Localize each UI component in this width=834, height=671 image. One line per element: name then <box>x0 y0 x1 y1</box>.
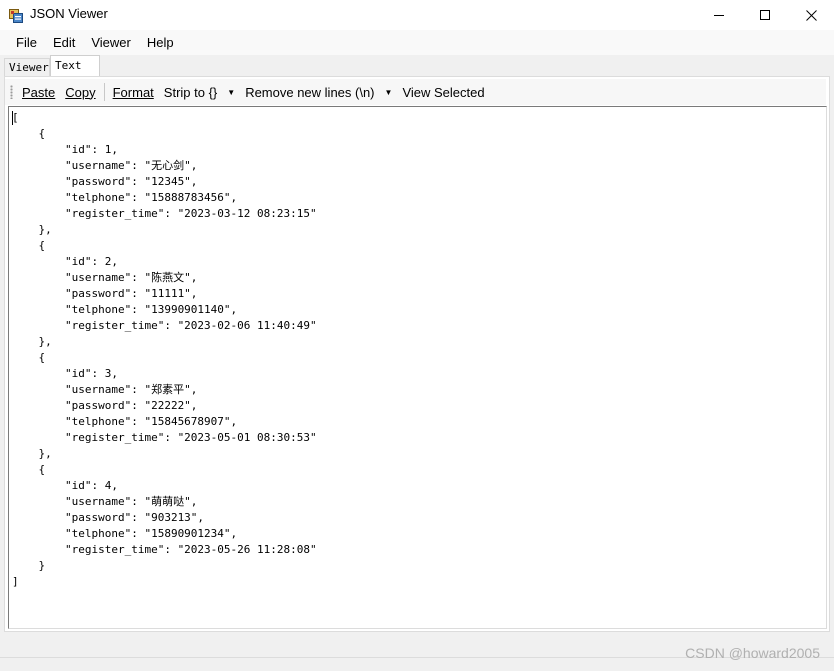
format-button[interactable]: Format <box>108 85 159 100</box>
close-icon <box>805 9 817 21</box>
menu-help[interactable]: Help <box>139 30 182 55</box>
json-text-editor[interactable]: [ { "id": 1, "username": "无心剑", "passwor… <box>8 106 827 629</box>
text-caret <box>12 111 13 125</box>
watermark: CSDN @howard2005 <box>685 645 820 661</box>
format-label: Format <box>112 84 154 100</box>
strip-to-dropdown[interactable]: Strip to {} ▼ <box>159 85 240 100</box>
view-selected-label: View Selected <box>402 84 485 100</box>
dropdown-arrow-icon: ▼ <box>384 87 393 97</box>
remove-new-lines-dropdown[interactable]: Remove new lines (\n) ▼ <box>240 85 397 100</box>
paste-button[interactable]: Paste <box>17 85 60 100</box>
remove-new-lines-label: Remove new lines (\n) <box>245 84 375 100</box>
menu-edit[interactable]: Edit <box>45 30 83 55</box>
tab-strip: Viewer Text <box>0 55 834 77</box>
dropdown-arrow-icon: ▼ <box>227 87 236 97</box>
copy-label: Copy <box>65 84 96 100</box>
menu-bar: File Edit Viewer Help <box>0 30 834 55</box>
window-title: JSON Viewer <box>30 6 108 21</box>
title-bar[interactable]: JSON Viewer <box>0 0 834 30</box>
view-selected-button[interactable]: View Selected <box>397 85 489 100</box>
minimize-button[interactable] <box>696 0 742 30</box>
json-text-content[interactable]: [ { "id": 1, "username": "无心剑", "passwor… <box>9 107 826 590</box>
menu-viewer[interactable]: Viewer <box>83 30 139 55</box>
tab-viewer[interactable]: Viewer <box>4 58 50 76</box>
minimize-icon <box>714 15 724 16</box>
paste-label: Paste <box>22 84 56 100</box>
tab-text[interactable]: Text <box>50 55 100 77</box>
app-window: JSON Viewer File Edit Viewer Help Viewer… <box>0 0 834 671</box>
maximize-button[interactable] <box>742 0 788 30</box>
toolbar-separator <box>103 83 105 101</box>
toolbar-grip-icon[interactable] <box>10 85 13 99</box>
strip-to-label: Strip to {} <box>163 84 218 100</box>
json-viewer-app-icon <box>9 8 23 23</box>
close-button[interactable] <box>788 0 834 30</box>
maximize-icon <box>760 10 770 20</box>
copy-button[interactable]: Copy <box>60 85 100 100</box>
menu-file[interactable]: File <box>8 30 45 55</box>
text-toolbar: Paste Copy Format Strip to {} ▼ Remove n… <box>5 79 826 105</box>
